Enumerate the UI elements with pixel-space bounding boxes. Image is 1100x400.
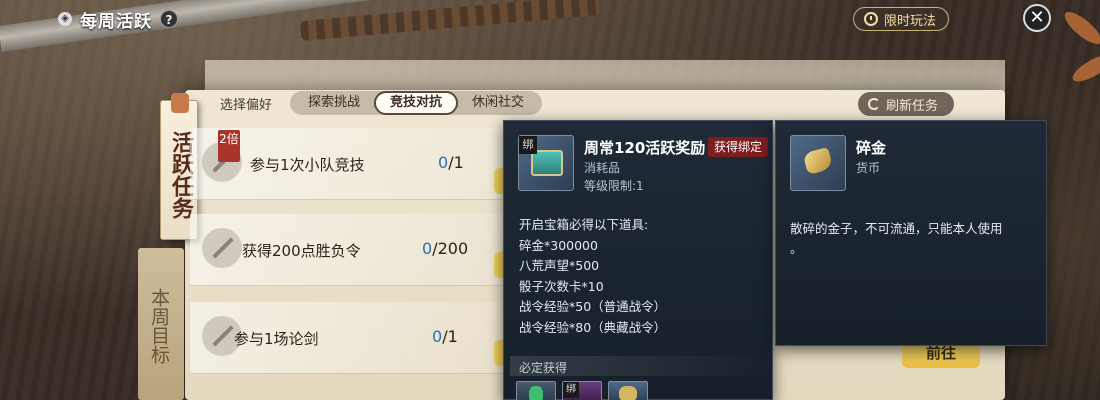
task-progress: 0/1 — [432, 327, 458, 346]
task-name: 参与1次小队竞技 — [250, 156, 365, 174]
gold-description-text: 散碎的金子，不可流通，只能本人使用 — [790, 221, 1003, 236]
bind-tag: 绑 — [563, 382, 579, 398]
reward-line: 碎金*300000 — [519, 237, 598, 253]
reward-line: 战令经验*80（典藏战令） — [519, 319, 667, 335]
reward-line: 骰子次数卡*10 — [519, 278, 604, 294]
guaranteed-item-purple[interactable]: 绑 — [562, 381, 602, 400]
task-progress-current: 0 — [432, 327, 443, 346]
filter-explore-challenge[interactable]: 探索挑战 — [294, 91, 374, 115]
preference-filter-group: 探索挑战 竞技对抗 休闲社交 — [290, 91, 543, 115]
tab-knot-decoration — [171, 93, 189, 113]
help-button[interactable]: ? — [160, 10, 178, 28]
task-progress-total: /1 — [442, 327, 458, 346]
reward-line: 八荒声望*500 — [519, 258, 600, 274]
filter-casual-social[interactable]: 休闲社交 — [458, 91, 538, 115]
task-progress-current: 0 — [422, 239, 433, 258]
task-name: 参与1场论剑 — [234, 330, 319, 348]
gold-item — [790, 135, 846, 191]
reward-chest-item: 绑 — [518, 135, 574, 191]
gold-tooltip: 碎金 货币 散碎的金子，不可流通，只能本人使用 。 — [775, 120, 1047, 346]
jade-icon — [529, 386, 543, 400]
refresh-icon — [868, 98, 880, 110]
limited-time-play-label: 限时玩法 — [884, 13, 937, 29]
guaranteed-item-gold[interactable] — [608, 381, 648, 400]
bind-tag: 绑 — [519, 136, 537, 154]
filter-competitive[interactable]: 竞技对抗 — [374, 91, 459, 115]
task-sword-icon — [202, 228, 242, 268]
task-progress-total: /1 — [448, 153, 464, 172]
limited-time-play-button[interactable]: 限时玩法 — [853, 7, 949, 31]
task-progress: 0/1 — [438, 153, 464, 172]
close-button[interactable]: ✕ — [1023, 4, 1051, 32]
task-name: 获得200点胜负令 — [242, 242, 361, 260]
gold-description: 散碎的金子，不可流通，只能本人使用 。 — [790, 219, 1040, 259]
gold-type: 货币 — [856, 161, 881, 175]
header-gem-icon: ◈ — [58, 12, 72, 26]
reward-level-limit: 等级限制:1 — [584, 179, 644, 193]
task-progress: 0/200 — [422, 239, 468, 258]
page-header: ◈ 每周活跃 ? — [58, 6, 178, 32]
gold-description-tail: 。 — [790, 241, 803, 256]
tab-weekly-goals[interactable]: 本周目标 — [138, 248, 184, 400]
task-progress-current: 0 — [438, 153, 449, 172]
reward-tooltip: 绑 周常120活跃奖励 消耗品 等级限制:1 开启宝箱必得以下道具: 碎金*30… — [503, 120, 773, 400]
reward-line: 开启宝箱必得以下道具: — [519, 217, 649, 232]
gold-name: 碎金 — [856, 139, 887, 157]
gold-icon — [619, 386, 637, 400]
refresh-tasks-label: 刷新任务 — [886, 98, 939, 114]
reward-line: 战令经验*50（普通战令） — [519, 299, 667, 315]
multiplier-badge: 2倍 — [218, 130, 240, 162]
bound-on-obtain-badge: 获得绑定 — [708, 137, 769, 157]
clock-icon — [864, 12, 878, 26]
guaranteed-item-jade[interactable] — [516, 381, 556, 400]
task-progress-total: /200 — [432, 239, 469, 258]
task-row: 获得200点胜负令 0/200 — [190, 214, 510, 286]
task-row: 参与1场论剑 0/1 — [190, 302, 510, 374]
reward-type: 消耗品 — [584, 161, 621, 175]
tab-label: 本周目标 — [148, 288, 170, 364]
refresh-tasks-button[interactable]: 刷新任务 — [858, 92, 954, 116]
guaranteed-section-label: 必定获得 — [519, 361, 568, 375]
gold-nugget-icon — [802, 147, 834, 175]
page-title: 每周活跃 — [80, 11, 152, 32]
reward-contents: 开启宝箱必得以下道具: 碎金*300000 八荒声望*500 骰子次数卡*10 … — [519, 215, 666, 339]
preference-label: 选择偏好 — [220, 98, 273, 113]
reward-name: 周常120活跃奖励 — [584, 139, 706, 157]
